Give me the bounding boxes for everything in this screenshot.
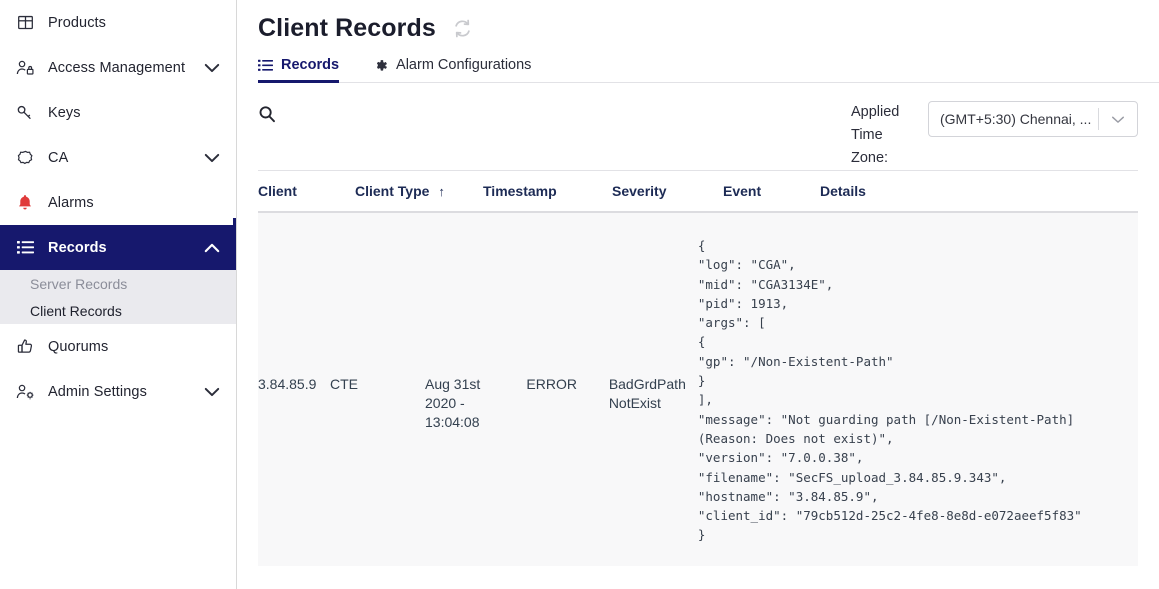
certificate-icon bbox=[14, 147, 36, 169]
refresh-icon[interactable] bbox=[452, 18, 473, 39]
user-lock-icon bbox=[14, 57, 36, 79]
user-gear-icon bbox=[14, 381, 36, 403]
cell-timestamp: Aug 31st 2020 - 13:04:08 bbox=[425, 236, 526, 566]
sidebar-subitem-label: Server Records bbox=[30, 276, 127, 292]
records-table: Client Client Type ↑ Timestamp Severity … bbox=[258, 171, 1138, 566]
timezone-label: Applied Time Zone: bbox=[851, 101, 914, 170]
search-button[interactable] bbox=[258, 101, 276, 128]
timezone-select[interactable]: (GMT+5:30) Chennai, ... bbox=[928, 101, 1138, 137]
thumbs-up-icon bbox=[14, 336, 36, 358]
search-icon bbox=[258, 105, 276, 128]
tab-alarm-configurations[interactable]: Alarm Configurations bbox=[373, 57, 531, 82]
cell-client: 3.84.85.9 bbox=[258, 236, 330, 566]
timezone-selected-value: (GMT+5:30) Chennai, ... bbox=[929, 111, 1098, 127]
column-header-label: Event bbox=[723, 183, 761, 199]
sidebar-subnav-records: Server Records Client Records bbox=[0, 270, 236, 324]
sidebar-item-label: CA bbox=[48, 150, 68, 166]
sidebar-subitem-label: Client Records bbox=[30, 303, 122, 319]
sidebar-item-keys[interactable]: Keys bbox=[0, 90, 236, 135]
sidebar-item-label: Quorums bbox=[48, 339, 108, 355]
sidebar-item-label: Admin Settings bbox=[48, 384, 147, 400]
sidebar-item-label: Keys bbox=[48, 105, 81, 121]
sidebar-item-label: Alarms bbox=[48, 195, 94, 211]
toolbar: Applied Time Zone: (GMT+5:30) Chennai, .… bbox=[258, 83, 1138, 171]
sidebar-item-access-management[interactable]: Access Management bbox=[0, 45, 236, 90]
gear-icon bbox=[373, 58, 388, 73]
sidebar-item-records[interactable]: Records bbox=[0, 225, 236, 270]
key-icon bbox=[14, 102, 36, 124]
list-icon bbox=[258, 59, 273, 72]
bell-icon bbox=[14, 192, 36, 214]
timezone-control: Applied Time Zone: (GMT+5:30) Chennai, .… bbox=[851, 101, 1138, 170]
column-header-details[interactable]: Details bbox=[820, 183, 1138, 199]
sidebar: Products Access Management bbox=[0, 0, 237, 589]
sidebar-item-ca[interactable]: CA bbox=[0, 135, 236, 180]
column-header-severity[interactable]: Severity bbox=[612, 183, 723, 199]
sidebar-item-label: Access Management bbox=[48, 60, 185, 76]
sidebar-item-products[interactable]: Products bbox=[0, 0, 236, 45]
tab-records[interactable]: Records bbox=[258, 57, 339, 82]
column-header-label: Severity bbox=[612, 183, 666, 199]
sidebar-active-accent bbox=[233, 218, 236, 264]
tab-bar: Records Alarm Configurations bbox=[258, 57, 1159, 83]
sort-ascending-icon[interactable]: ↑ bbox=[438, 184, 445, 199]
cell-details: { "log": "CGA", "mid": "CGA3134E", "pid"… bbox=[698, 236, 1138, 566]
table-row[interactable]: 3.84.85.9 CTE Aug 31st 2020 - 13:04:08 E… bbox=[258, 213, 1138, 566]
sidebar-item-server-records[interactable]: Server Records bbox=[0, 270, 236, 297]
main-content: Client Records Reco bbox=[237, 0, 1159, 589]
chevron-down-icon[interactable] bbox=[1099, 115, 1137, 124]
cell-severity: ERROR bbox=[526, 236, 608, 566]
sidebar-item-label: Products bbox=[48, 15, 106, 31]
tab-label: Alarm Configurations bbox=[396, 57, 531, 73]
chevron-down-icon[interactable] bbox=[204, 63, 220, 73]
chevron-down-icon[interactable] bbox=[204, 153, 220, 163]
app-root: Products Access Management bbox=[0, 0, 1159, 589]
column-header-label: Client bbox=[258, 183, 297, 199]
column-header-label: Details bbox=[820, 183, 866, 199]
sidebar-item-admin-settings[interactable]: Admin Settings bbox=[0, 369, 236, 414]
page-header: Client Records bbox=[237, 0, 1159, 43]
chevron-down-icon[interactable] bbox=[204, 387, 220, 397]
sidebar-item-alarms[interactable]: Alarms bbox=[0, 180, 236, 225]
column-header-timestamp[interactable]: Timestamp bbox=[483, 183, 612, 199]
sidebar-item-client-records[interactable]: Client Records bbox=[0, 297, 236, 324]
sidebar-item-quorums[interactable]: Quorums bbox=[0, 324, 236, 369]
table-header-row: Client Client Type ↑ Timestamp Severity … bbox=[258, 171, 1138, 213]
tab-label: Records bbox=[281, 57, 339, 73]
page-title: Client Records bbox=[258, 14, 436, 43]
grid-icon bbox=[14, 12, 36, 34]
cell-client-type: CTE bbox=[330, 236, 425, 566]
column-header-client[interactable]: Client bbox=[258, 183, 355, 199]
column-header-label: Timestamp bbox=[483, 183, 557, 199]
column-header-label: Client Type bbox=[355, 183, 429, 199]
column-header-event[interactable]: Event bbox=[723, 183, 820, 199]
cell-event: BadGrdPath NotExist bbox=[609, 236, 698, 566]
chevron-up-icon[interactable] bbox=[204, 243, 220, 253]
sidebar-item-label: Records bbox=[48, 240, 107, 256]
list-icon bbox=[14, 237, 36, 259]
column-header-client-type[interactable]: Client Type ↑ bbox=[355, 183, 483, 199]
